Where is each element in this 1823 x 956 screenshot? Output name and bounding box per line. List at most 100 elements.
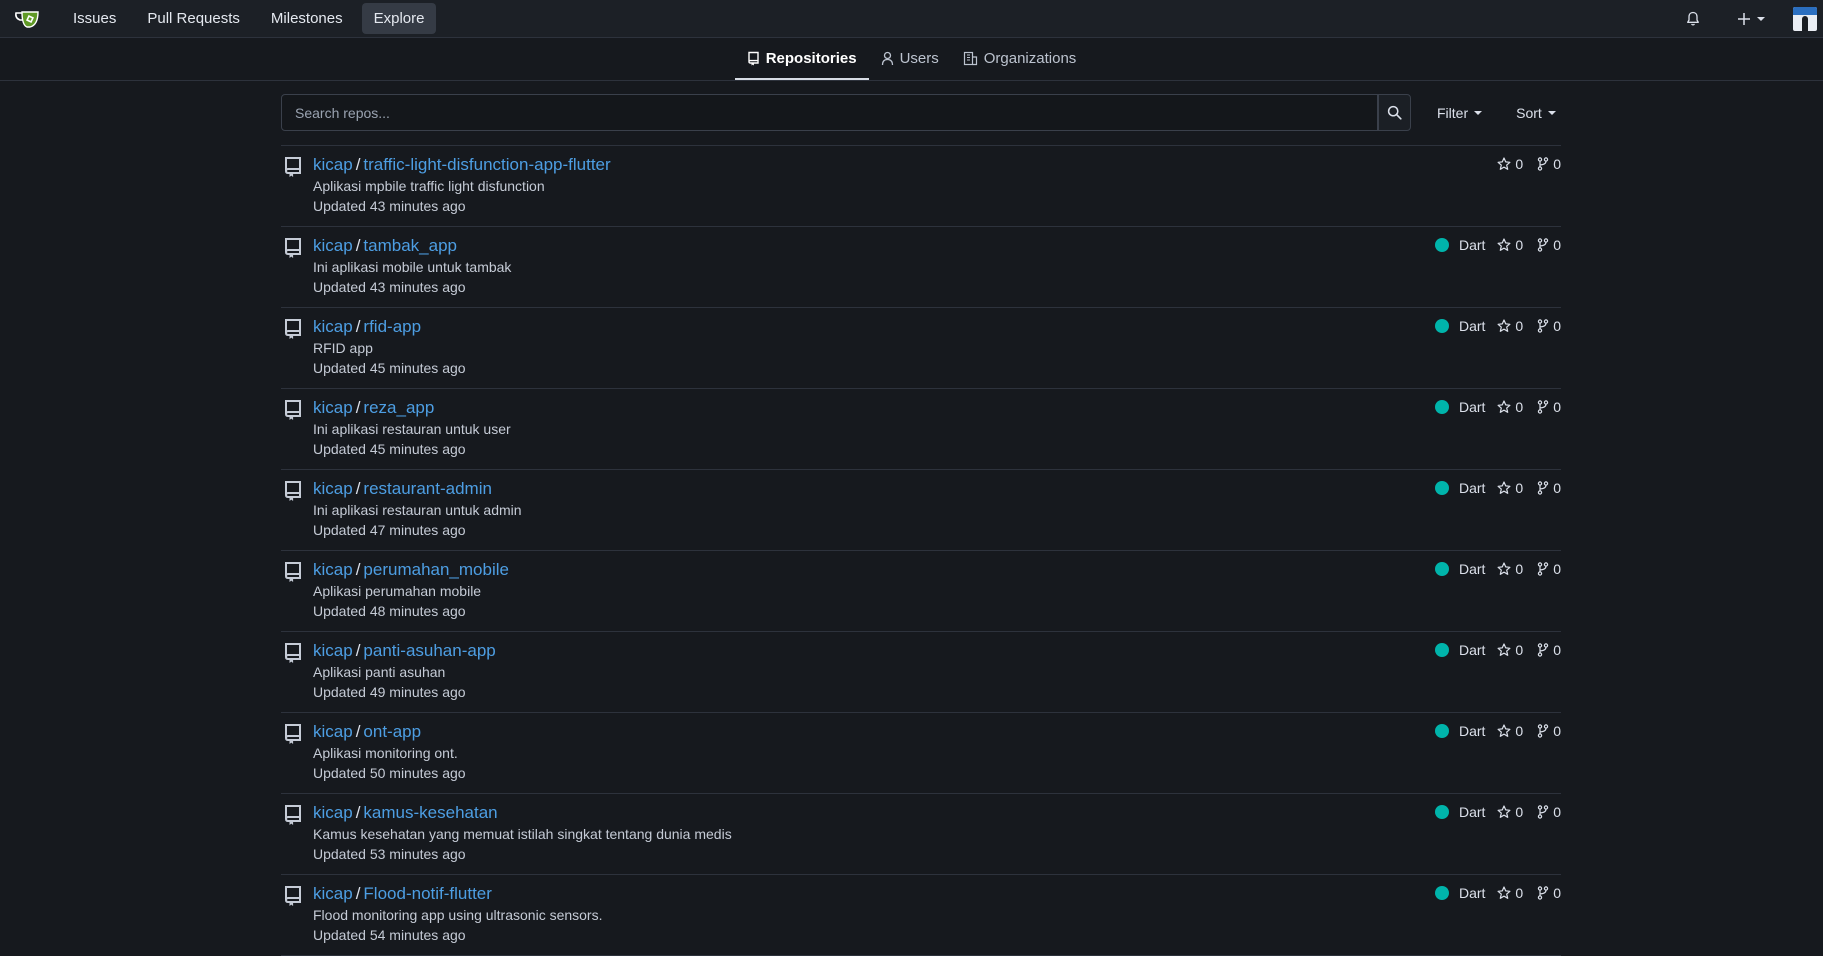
path-separator: / [355, 722, 361, 741]
repo-language: Dart [1434, 723, 1486, 739]
repo-name-link[interactable]: reza_app [363, 398, 434, 417]
repo-full-name: kicap / perumahan_mobile [313, 560, 509, 580]
language-color-dot [1434, 724, 1449, 738]
star-count[interactable]: 0 [1515, 885, 1523, 901]
language-label: Dart [1458, 642, 1486, 658]
chevron-down-icon [1757, 16, 1765, 21]
repo-stats: Dart 0 0 [1434, 480, 1561, 496]
path-separator: / [355, 641, 361, 660]
create-menu[interactable] [1737, 12, 1765, 26]
language-color-dot [1434, 643, 1449, 657]
tab-label: Users [899, 49, 939, 67]
star-count[interactable]: 0 [1515, 237, 1523, 253]
repo-name-link[interactable]: traffic-light-disfunction-app-flutter [363, 155, 610, 174]
repo-name-link[interactable]: perumahan_mobile [363, 560, 509, 579]
repo-description: Aplikasi panti asuhan [313, 664, 446, 680]
repo-updated-time: Updated 47 minutes ago [313, 522, 466, 538]
star-count[interactable]: 0 [1515, 399, 1523, 415]
fork-icon [1537, 238, 1549, 252]
repo-name-link[interactable]: panti-asuhan-app [363, 641, 495, 660]
repo-icon [283, 156, 303, 181]
repo-owner-link[interactable]: kicap [313, 560, 353, 579]
fork-count[interactable]: 0 [1553, 804, 1561, 820]
fork-count[interactable]: 0 [1553, 156, 1561, 172]
repo-language: Dart [1434, 318, 1485, 334]
chevron-down-icon [1474, 110, 1483, 115]
repo-stats: Dart 0 0 [1434, 804, 1561, 820]
repo-name-link[interactable]: rfid-app [363, 317, 421, 336]
tab-repositories[interactable]: Repositories [734, 38, 869, 80]
language-color-dot [1434, 238, 1449, 252]
star-count[interactable]: 0 [1515, 804, 1523, 820]
gitea-logo-icon[interactable] [7, 0, 47, 37]
fork-count[interactable]: 0 [1553, 642, 1561, 658]
repo-full-name: kicap / panti-asuhan-app [313, 641, 496, 661]
language-color-dot [1434, 562, 1449, 576]
fork-count[interactable]: 0 [1553, 723, 1561, 739]
repo-name-link[interactable]: restaurant-admin [363, 479, 492, 498]
star-count[interactable]: 0 [1515, 561, 1523, 577]
fork-count[interactable]: 0 [1553, 318, 1561, 334]
search-button[interactable] [1378, 94, 1411, 131]
repo-full-name: kicap / traffic-light-disfunction-app-flut… [313, 155, 611, 175]
search-icon [1387, 105, 1402, 120]
repo-name-link[interactable]: ont-app [363, 722, 421, 741]
nav-milestones[interactable]: Milestones [259, 3, 355, 34]
repo-list-item: kicap / panti-asuhan-app Aplikasi panti as… [281, 632, 1561, 713]
chevron-down-icon [1547, 110, 1556, 115]
repo-full-name: kicap / ont-app [313, 722, 421, 742]
repo-owner-link[interactable]: kicap [313, 236, 353, 255]
nav-issues[interactable]: Issues [61, 3, 128, 34]
user-avatar[interactable] [1793, 6, 1817, 31]
repo-icon [283, 804, 303, 829]
star-count[interactable]: 0 [1515, 480, 1523, 496]
tab-organizations[interactable]: Organizations [951, 38, 1089, 80]
fork-count[interactable]: 0 [1553, 237, 1561, 253]
repo-name-link[interactable]: Flood-notif-flutter [363, 884, 492, 903]
repo-owner-link[interactable]: kicap [313, 884, 353, 903]
star-count[interactable]: 0 [1515, 156, 1523, 172]
repo-updated-time: Updated 43 minutes ago [313, 198, 466, 214]
repo-name-link[interactable]: kamus-kesehatan [363, 803, 497, 822]
filter-dropdown[interactable]: Filter [1437, 105, 1483, 121]
repo-list-item: kicap / traffic-light-disfunction-app-flut… [281, 146, 1561, 227]
repo-owner-link[interactable]: kicap [313, 803, 353, 822]
search-box [281, 94, 1378, 131]
repo-full-name: kicap / Flood-notif-flutter [313, 884, 492, 904]
repo-owner-link[interactable]: kicap [313, 641, 353, 660]
repo-updated-time: Updated 45 minutes ago [313, 441, 466, 457]
language-label: Dart [1458, 399, 1486, 415]
repo-stats: Dart 0 0 [1434, 642, 1561, 658]
language-label: Dart [1458, 723, 1486, 739]
search-input[interactable] [282, 104, 1377, 121]
repo-owner-link[interactable]: kicap [313, 722, 353, 741]
language-color-dot [1434, 481, 1449, 495]
repo-list-item: kicap / Flood-notif-flutter Flood monitori… [281, 875, 1561, 956]
star-count[interactable]: 0 [1515, 642, 1523, 658]
star-icon [1497, 319, 1511, 333]
fork-icon [1537, 400, 1549, 414]
repo-description: Ini aplikasi mobile untuk tambak [313, 259, 512, 275]
repo-owner-link[interactable]: kicap [313, 398, 353, 417]
fork-count[interactable]: 0 [1553, 399, 1561, 415]
sort-dropdown[interactable]: Sort [1516, 105, 1556, 121]
repo-icon [283, 480, 303, 505]
repo-icon [283, 642, 303, 667]
language-label: Dart [1458, 885, 1486, 901]
explore-repos-container: Filter Sort kicap/traffic-light-disfunct… [281, 81, 1561, 956]
fork-count[interactable]: 0 [1553, 561, 1561, 577]
star-count[interactable]: 0 [1515, 723, 1523, 739]
fork-count[interactable]: 0 [1553, 885, 1561, 901]
nav-pull-requests[interactable]: Pull Requests [135, 3, 252, 34]
nav-explore[interactable]: Explore [361, 3, 437, 34]
top-navbar: Issues Pull Requests Milestones Explore [0, 0, 1823, 38]
repo-owner-link[interactable]: kicap [313, 155, 353, 174]
bell-icon[interactable] [1685, 11, 1701, 27]
tab-users[interactable]: Users [869, 38, 951, 80]
star-count[interactable]: 0 [1515, 318, 1523, 334]
repo-name-link[interactable]: tambak_app [363, 236, 457, 255]
fork-count[interactable]: 0 [1553, 480, 1561, 496]
repo-owner-link[interactable]: kicap [313, 317, 353, 336]
repo-owner-link[interactable]: kicap [313, 479, 353, 498]
person-icon [881, 51, 894, 66]
